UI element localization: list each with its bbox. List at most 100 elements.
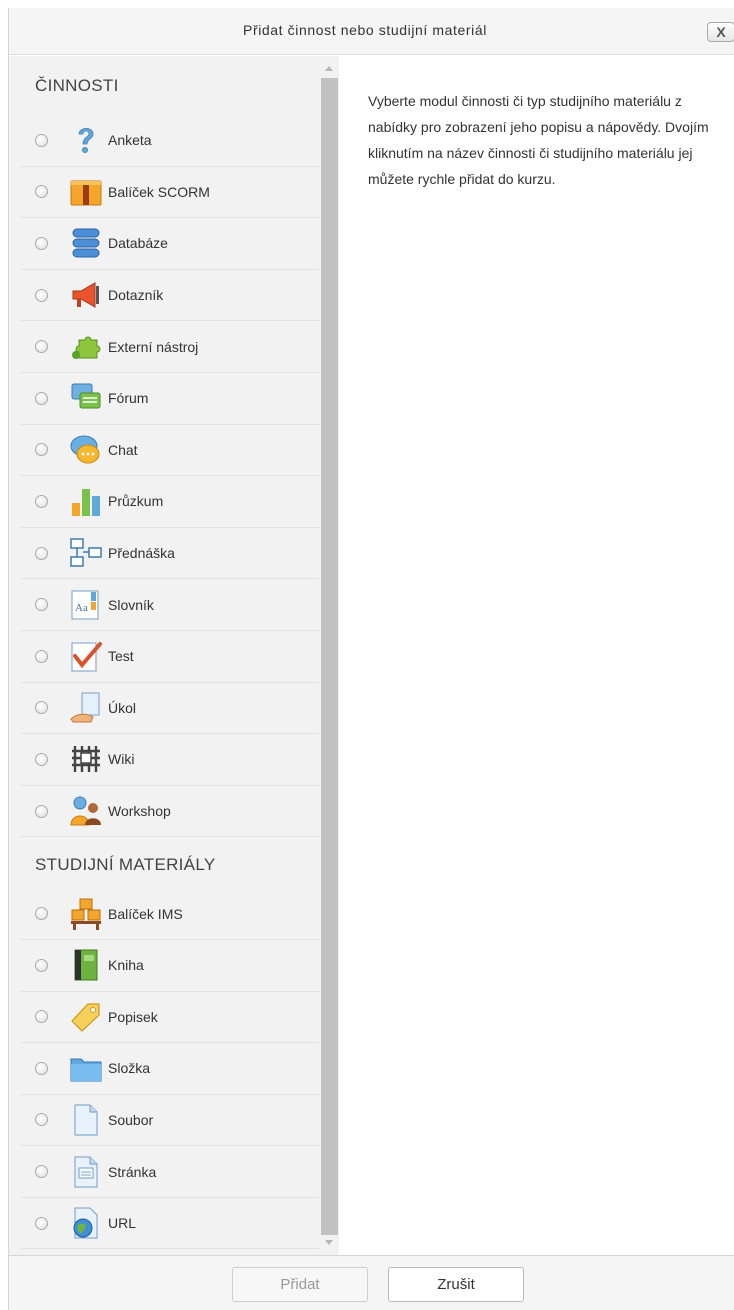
radio-button[interactable] [35,701,48,715]
radio-button[interactable] [35,391,48,405]
radio-button[interactable] [35,236,48,250]
puzzle-icon [69,330,103,364]
option-item[interactable]: Balíček IMS [21,888,319,940]
radio-button[interactable] [35,1061,48,1075]
people-icon [69,794,103,828]
option-item[interactable]: Workshop [21,786,319,838]
option-item[interactable]: Aa Slovník [21,579,319,631]
forum-icon [69,381,103,415]
assignment-icon [69,691,103,725]
globe-icon [69,1206,103,1240]
chat-icon [69,433,103,467]
option-item[interactable]: Úkol [21,683,319,735]
option-label[interactable]: Anketa [108,132,152,148]
dialog-footer: Přidat Zrušit [9,1255,734,1310]
book-icon [69,948,103,982]
scroll-down-arrow-icon[interactable] [325,1240,333,1245]
option-label[interactable]: Chat [108,442,138,458]
wiki-icon [69,742,103,776]
options-panel: ČINNOSTI Anketa Balíček SCORM Databáze Dotaz… [9,56,339,1255]
option-label[interactable]: Balíček IMS [108,906,183,922]
option-label[interactable]: Stránka [108,1164,156,1180]
option-item[interactable]: Složka [21,1043,319,1095]
radio-button[interactable] [35,185,48,199]
dialog-header: Přidat činnost nebo studijní materiál X [9,8,734,55]
option-item[interactable]: Databáze [21,218,319,270]
option-item[interactable]: Externí nástroj [21,321,319,373]
radio-button[interactable] [35,340,48,354]
option-label[interactable]: Externí nástroj [108,339,198,355]
radio-button[interactable] [35,288,48,302]
option-item[interactable]: Popisek [21,992,319,1044]
section-title-activities: ČINNOSTI [35,76,119,95]
scrollbar[interactable] [321,56,338,1255]
svg-text:Aa: Aa [75,602,88,614]
option-label[interactable]: Průzkum [108,493,163,509]
radio-button[interactable] [35,133,48,147]
ims-boxes-icon [69,897,103,931]
option-label[interactable]: Přednáška [108,545,175,561]
folder-icon [69,1051,103,1085]
section-title-resources: STUDIJNÍ MATERIÁLY [35,855,216,875]
option-label[interactable]: Wiki [108,751,134,767]
add-activity-dialog: Přidat činnost nebo studijní materiál X … [8,8,734,1310]
cancel-button[interactable]: Zrušit [388,1267,524,1302]
option-label[interactable]: Workshop [108,803,171,819]
database-icon [69,226,103,260]
option-label[interactable]: Databáze [108,235,168,251]
radio-button[interactable] [35,443,48,457]
dialog-title: Přidat činnost nebo studijní materiál [243,22,487,38]
radio-button[interactable] [35,598,48,612]
radio-button[interactable] [35,804,48,818]
dictionary-icon: Aa [69,588,103,622]
option-label[interactable]: Kniha [108,957,144,973]
radio-button[interactable] [35,1165,48,1179]
option-label[interactable]: Slovník [108,597,154,613]
radio-button[interactable] [35,494,48,508]
close-icon: X [716,24,726,40]
radio-button[interactable] [35,546,48,560]
radio-button[interactable] [35,649,48,663]
radio-button[interactable] [35,958,48,972]
radio-button[interactable] [35,907,48,921]
scorm-package-icon [69,175,103,209]
megaphone-icon [69,278,103,312]
flowchart-icon [69,536,103,570]
option-label[interactable]: Popisek [108,1009,158,1025]
option-label[interactable]: Dotazník [108,287,163,303]
option-item[interactable]: Test [21,631,319,683]
radio-button[interactable] [35,752,48,766]
option-item[interactable]: Chat [21,425,319,477]
option-item[interactable]: Kniha [21,940,319,992]
radio-button[interactable] [35,1010,48,1024]
scroll-up-arrow-icon[interactable] [325,66,333,71]
option-item[interactable]: Wiki [21,734,319,786]
page-icon [69,1155,103,1189]
option-label[interactable]: Soubor [108,1112,153,1128]
option-item[interactable]: URL [21,1198,319,1250]
scrollbar-thumb[interactable] [321,78,338,1235]
question-icon [69,123,103,157]
radio-button[interactable] [35,1113,48,1127]
close-button[interactable]: X [707,22,734,42]
add-button[interactable]: Přidat [232,1267,368,1302]
option-label[interactable]: Fórum [108,390,148,406]
option-item[interactable]: Soubor [21,1095,319,1147]
option-item[interactable]: Dotazník [21,270,319,322]
option-item[interactable]: Stránka [21,1146,319,1198]
options-list: ČINNOSTI Anketa Balíček SCORM Databáze Dotaz… [21,56,319,1250]
option-label[interactable]: Úkol [108,700,136,716]
option-item[interactable]: Anketa [21,115,319,167]
option-label[interactable]: Balíček SCORM [108,184,210,200]
option-item[interactable]: Fórum [21,373,319,425]
checkmark-icon [69,639,103,673]
option-item[interactable]: Přednáška [21,528,319,580]
label-tag-icon [69,1000,103,1034]
option-label[interactable]: Test [108,648,134,664]
radio-button[interactable] [35,1216,48,1230]
option-item[interactable]: Balíček SCORM [21,167,319,219]
option-item[interactable]: Průzkum [21,476,319,528]
option-label[interactable]: Složka [108,1060,150,1076]
help-text: Vyberte modul činnosti či typ studijního… [368,93,709,187]
option-label[interactable]: URL [108,1215,136,1231]
